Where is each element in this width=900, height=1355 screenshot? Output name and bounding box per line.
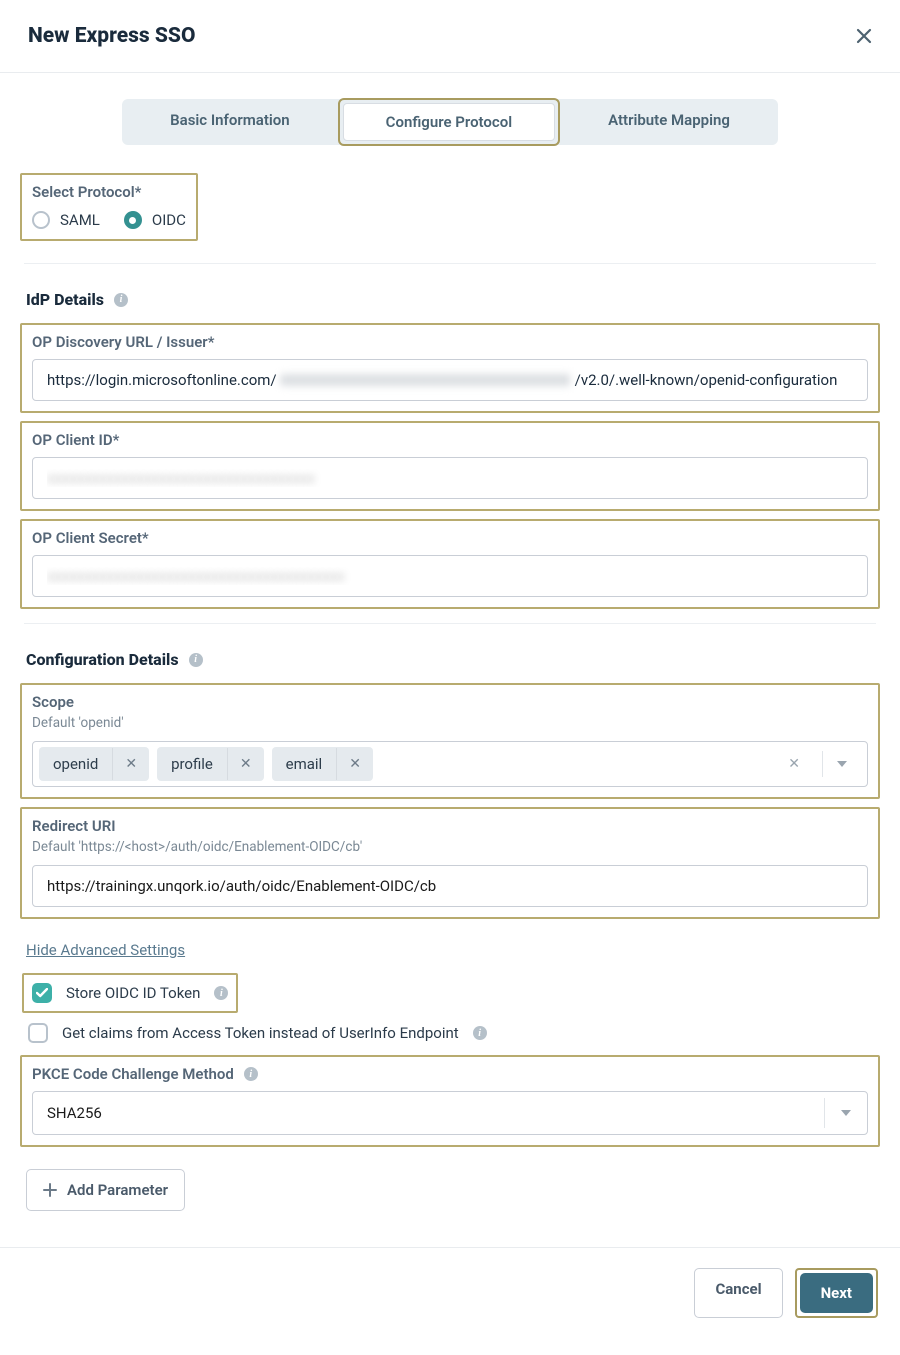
pkce-label: PKCE Code Challenge Method: [32, 1065, 234, 1083]
scope-block: Scope Default 'openid' openid ✕ profile …: [20, 683, 880, 799]
chip-remove-icon[interactable]: ✕: [336, 748, 373, 780]
modal-footer: Cancel Next: [0, 1247, 900, 1344]
op-discovery-input[interactable]: https://login.microsoftonline.com/ /v2.0…: [32, 359, 868, 401]
pkce-label-row: PKCE Code Challenge Method i: [32, 1065, 868, 1083]
add-parameter-button[interactable]: Add Parameter: [26, 1169, 185, 1211]
chevron-down-icon[interactable]: [824, 1098, 867, 1128]
pkce-select[interactable]: SHA256: [32, 1091, 868, 1135]
divider: [24, 263, 876, 264]
store-oidc-token-block: Store OIDC ID Token i: [22, 973, 238, 1013]
info-icon[interactable]: i: [473, 1026, 487, 1040]
plus-icon: [43, 1183, 57, 1197]
pkce-value: SHA256: [33, 1092, 824, 1134]
scope-input[interactable]: openid ✕ profile ✕ email ✕ ✕: [32, 741, 868, 787]
scope-chip-profile: profile ✕: [157, 747, 264, 781]
info-icon[interactable]: i: [214, 986, 228, 1000]
scope-label: Scope: [32, 693, 868, 711]
page-title: New Express SSO: [28, 24, 195, 48]
op-client-id-label: OP Client ID*: [32, 431, 868, 449]
store-oidc-token-checkbox[interactable]: Store OIDC ID Token i: [30, 979, 230, 1007]
redirect-uri-sublabel: Default 'https://<host>/auth/oidc/Enable…: [32, 839, 868, 855]
access-token-claims-label: Get claims from Access Token instead of …: [62, 1024, 459, 1042]
op-discovery-block: OP Discovery URL / Issuer* https://login…: [20, 323, 880, 413]
checkbox-icon: [28, 1023, 48, 1043]
chip-remove-icon[interactable]: ✕: [112, 748, 149, 780]
chevron-down-icon[interactable]: [822, 751, 861, 777]
add-parameter-label: Add Parameter: [67, 1181, 168, 1199]
select-protocol-label: Select Protocol*: [32, 183, 186, 201]
select-protocol-block: Select Protocol* SAML OIDC: [20, 173, 198, 241]
op-client-secret-input[interactable]: [32, 555, 868, 597]
close-icon[interactable]: [856, 28, 872, 44]
scope-sublabel: Default 'openid': [32, 715, 868, 731]
op-discovery-suffix: /v2.0/.well-known/openid-configuration: [575, 371, 838, 389]
tab-configure-protocol[interactable]: Configure Protocol: [338, 98, 560, 146]
info-icon[interactable]: i: [189, 653, 203, 667]
next-button[interactable]: Next: [800, 1273, 873, 1313]
modal-header: New Express SSO: [0, 0, 900, 73]
tab-basic-information[interactable]: Basic Information: [122, 99, 338, 145]
op-client-id-input[interactable]: [32, 457, 868, 499]
divider: [24, 623, 876, 624]
op-client-secret-label: OP Client Secret*: [32, 529, 868, 547]
op-client-secret-block: OP Client Secret*: [20, 519, 880, 609]
op-discovery-label: OP Discovery URL / Issuer*: [32, 333, 868, 351]
info-icon[interactable]: i: [114, 293, 128, 307]
op-discovery-masked: [281, 374, 571, 386]
op-discovery-prefix: https://login.microsoftonline.com/: [47, 371, 277, 389]
cancel-button[interactable]: Cancel: [694, 1268, 782, 1318]
scope-chip-email: email ✕: [272, 747, 373, 781]
chip-remove-icon[interactable]: ✕: [227, 748, 264, 780]
redirect-uri-block: Redirect URI Default 'https://<host>/aut…: [20, 807, 880, 919]
op-client-id-block: OP Client ID*: [20, 421, 880, 511]
checkbox-icon: [32, 983, 52, 1003]
info-icon[interactable]: i: [244, 1067, 258, 1081]
tab-attribute-mapping[interactable]: Attribute Mapping: [560, 99, 778, 145]
radio-oidc-label: OIDC: [152, 211, 186, 229]
access-token-claims-checkbox[interactable]: Get claims from Access Token instead of …: [26, 1019, 880, 1047]
config-details-heading: Configuration Details i: [26, 650, 874, 669]
idp-details-heading: IdP Details i: [26, 290, 874, 309]
store-oidc-token-label: Store OIDC ID Token: [66, 984, 200, 1002]
redirect-uri-label: Redirect URI: [32, 817, 868, 835]
radio-oidc[interactable]: OIDC: [124, 211, 186, 229]
scope-chip-openid: openid ✕: [39, 747, 149, 781]
radio-saml[interactable]: SAML: [32, 211, 100, 229]
redirect-uri-input[interactable]: [32, 865, 868, 907]
tabs: Basic Information Configure Protocol Att…: [0, 73, 900, 161]
radio-saml-label: SAML: [60, 211, 100, 229]
pkce-block: PKCE Code Challenge Method i SHA256: [20, 1055, 880, 1147]
hide-advanced-settings-link[interactable]: Hide Advanced Settings: [26, 941, 185, 959]
clear-all-icon[interactable]: ✕: [774, 756, 814, 772]
tab-configure-protocol-label: Configure Protocol: [343, 103, 555, 141]
next-button-highlight: Next: [795, 1268, 878, 1318]
